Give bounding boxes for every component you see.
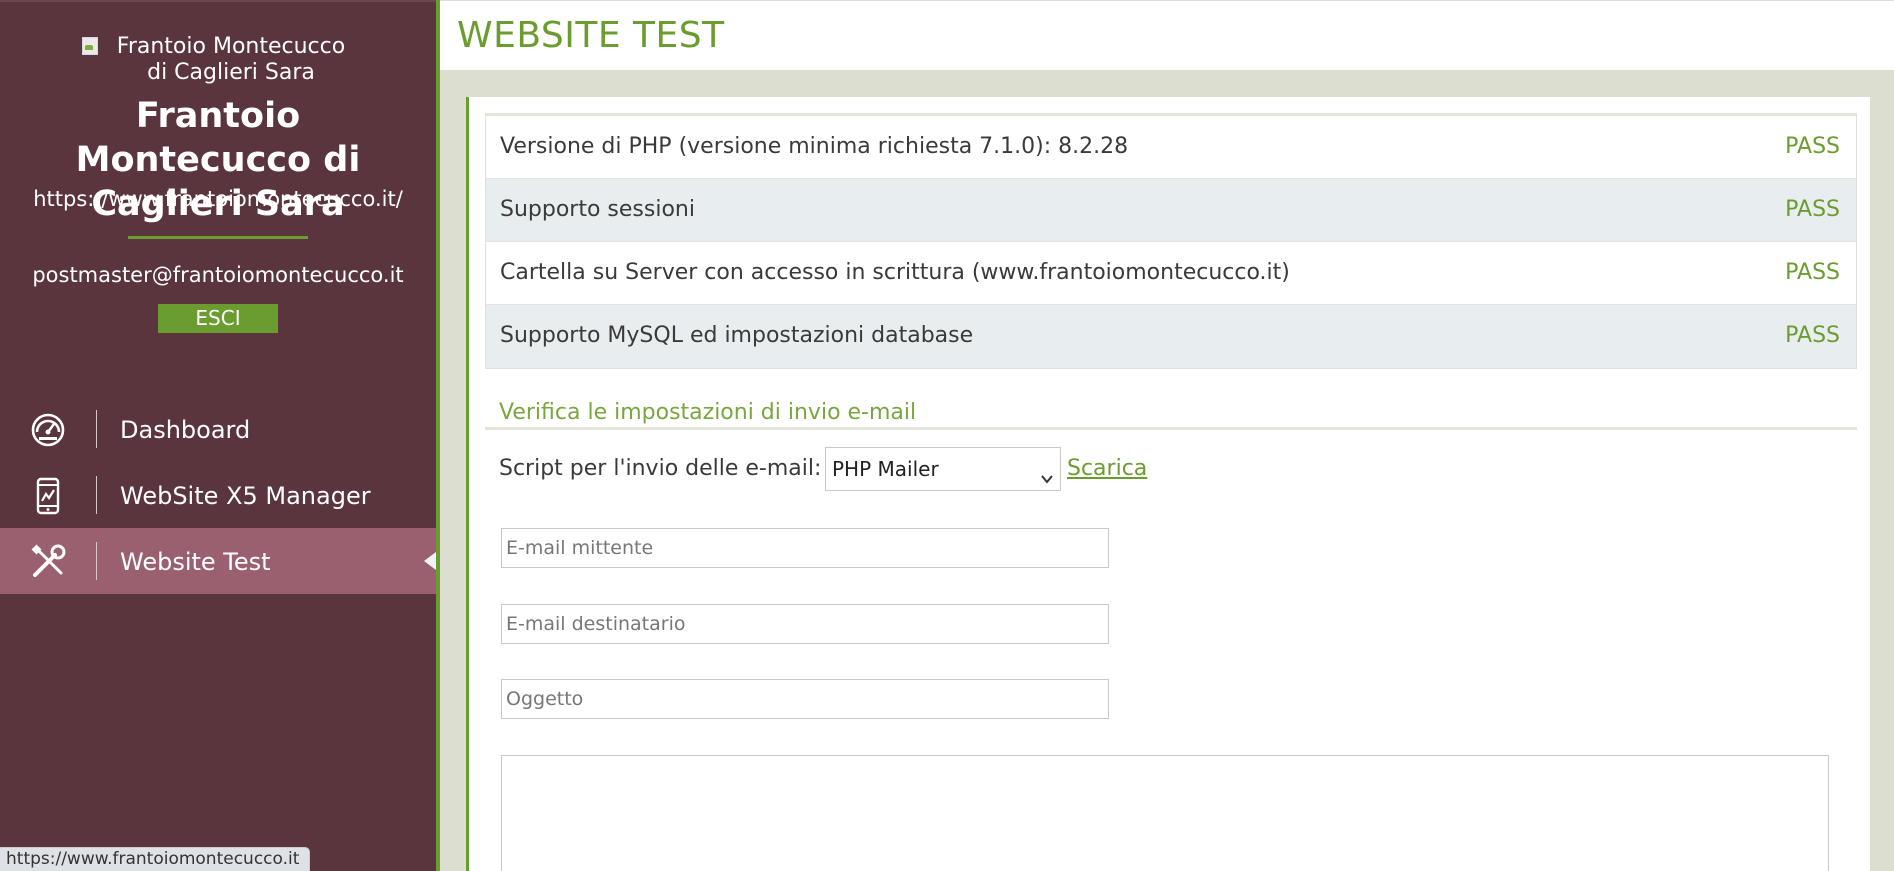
select-value: PHP Mailer <box>832 457 939 481</box>
site-url: https://www.frantoiomontecucco.it/ <box>33 187 403 211</box>
sidebar-item-label: Dashboard <box>120 416 251 444</box>
check-status: PASS <box>1785 323 1840 348</box>
logo-alt-text: Frantoio Montecucco di Caglieri Sara <box>116 34 346 85</box>
tools-icon <box>28 544 68 580</box>
nav-separator <box>96 476 97 514</box>
sidebar-item-website-x5-manager[interactable]: WebSite X5 Manager <box>0 462 436 528</box>
nav-separator <box>96 542 97 580</box>
sidebar-nav: Dashboard WebSite X5 Manager Website Tes… <box>0 396 436 594</box>
mail-script-select[interactable]: PHP Mailer <box>825 447 1061 491</box>
check-row-mysql: Supporto MySQL ed impostazioni database … <box>486 305 1856 368</box>
sidebar-item-dashboard[interactable]: Dashboard <box>0 396 436 462</box>
recipient-email-input[interactable]: E-mail destinatario <box>501 604 1109 644</box>
page-header: WEBSITE TEST <box>440 0 1894 70</box>
script-label: Script per l'invio delle e-mail: <box>499 456 822 481</box>
gauge-icon <box>28 412 68 448</box>
sidebar: Frantoio Montecucco di Caglieri Sara Fra… <box>0 0 436 871</box>
section-divider <box>485 427 1857 430</box>
check-label: Supporto MySQL ed impostazioni database <box>500 323 974 348</box>
mobile-chart-icon <box>28 477 68 515</box>
check-table: Versione di PHP (versione minima richies… <box>485 113 1857 369</box>
download-link[interactable]: Scarica <box>1067 456 1147 481</box>
check-row-writable-folder: Cartella su Server con accesso in scritt… <box>486 242 1856 305</box>
check-status: PASS <box>1785 134 1840 159</box>
email-section-title: Verifica le impostazioni di invio e-mail <box>499 400 917 425</box>
sidebar-item-label: WebSite X5 Manager <box>120 482 371 510</box>
check-status: PASS <box>1785 197 1840 222</box>
broken-image-icon <box>80 35 100 55</box>
page-title: WEBSITE TEST <box>457 15 725 56</box>
sender-email-input[interactable]: E-mail mittente <box>501 528 1109 568</box>
logout-button[interactable]: ESCI <box>158 304 278 333</box>
sidebar-divider <box>128 236 308 239</box>
active-indicator-arrow <box>424 552 436 570</box>
sidebar-item-label: Website Test <box>120 548 271 576</box>
check-status: PASS <box>1785 260 1840 285</box>
sidebar-item-website-test[interactable]: Website Test <box>0 528 436 594</box>
message-textarea[interactable] <box>501 755 1829 871</box>
sidebar-border <box>436 0 440 871</box>
browser-status-bar: https://www.frantoiomontecucco.it <box>0 847 311 871</box>
main-panel: Versione di PHP (versione minima richies… <box>466 97 1870 871</box>
check-row-sessions: Supporto sessioni PASS <box>486 179 1856 242</box>
subject-input[interactable]: Oggetto <box>501 679 1109 719</box>
logo: Frantoio Montecucco di Caglieri Sara <box>0 34 436 86</box>
check-label: Cartella su Server con accesso in scritt… <box>500 260 1290 285</box>
check-label: Supporto sessioni <box>500 197 695 222</box>
chevron-down-icon <box>1040 460 1054 502</box>
nav-separator <box>96 410 97 448</box>
user-email: postmaster@frantoiomontecucco.it <box>32 263 404 287</box>
check-row-php-version: Versione di PHP (versione minima richies… <box>486 116 1856 179</box>
check-label: Versione di PHP (versione minima richies… <box>500 134 1129 159</box>
